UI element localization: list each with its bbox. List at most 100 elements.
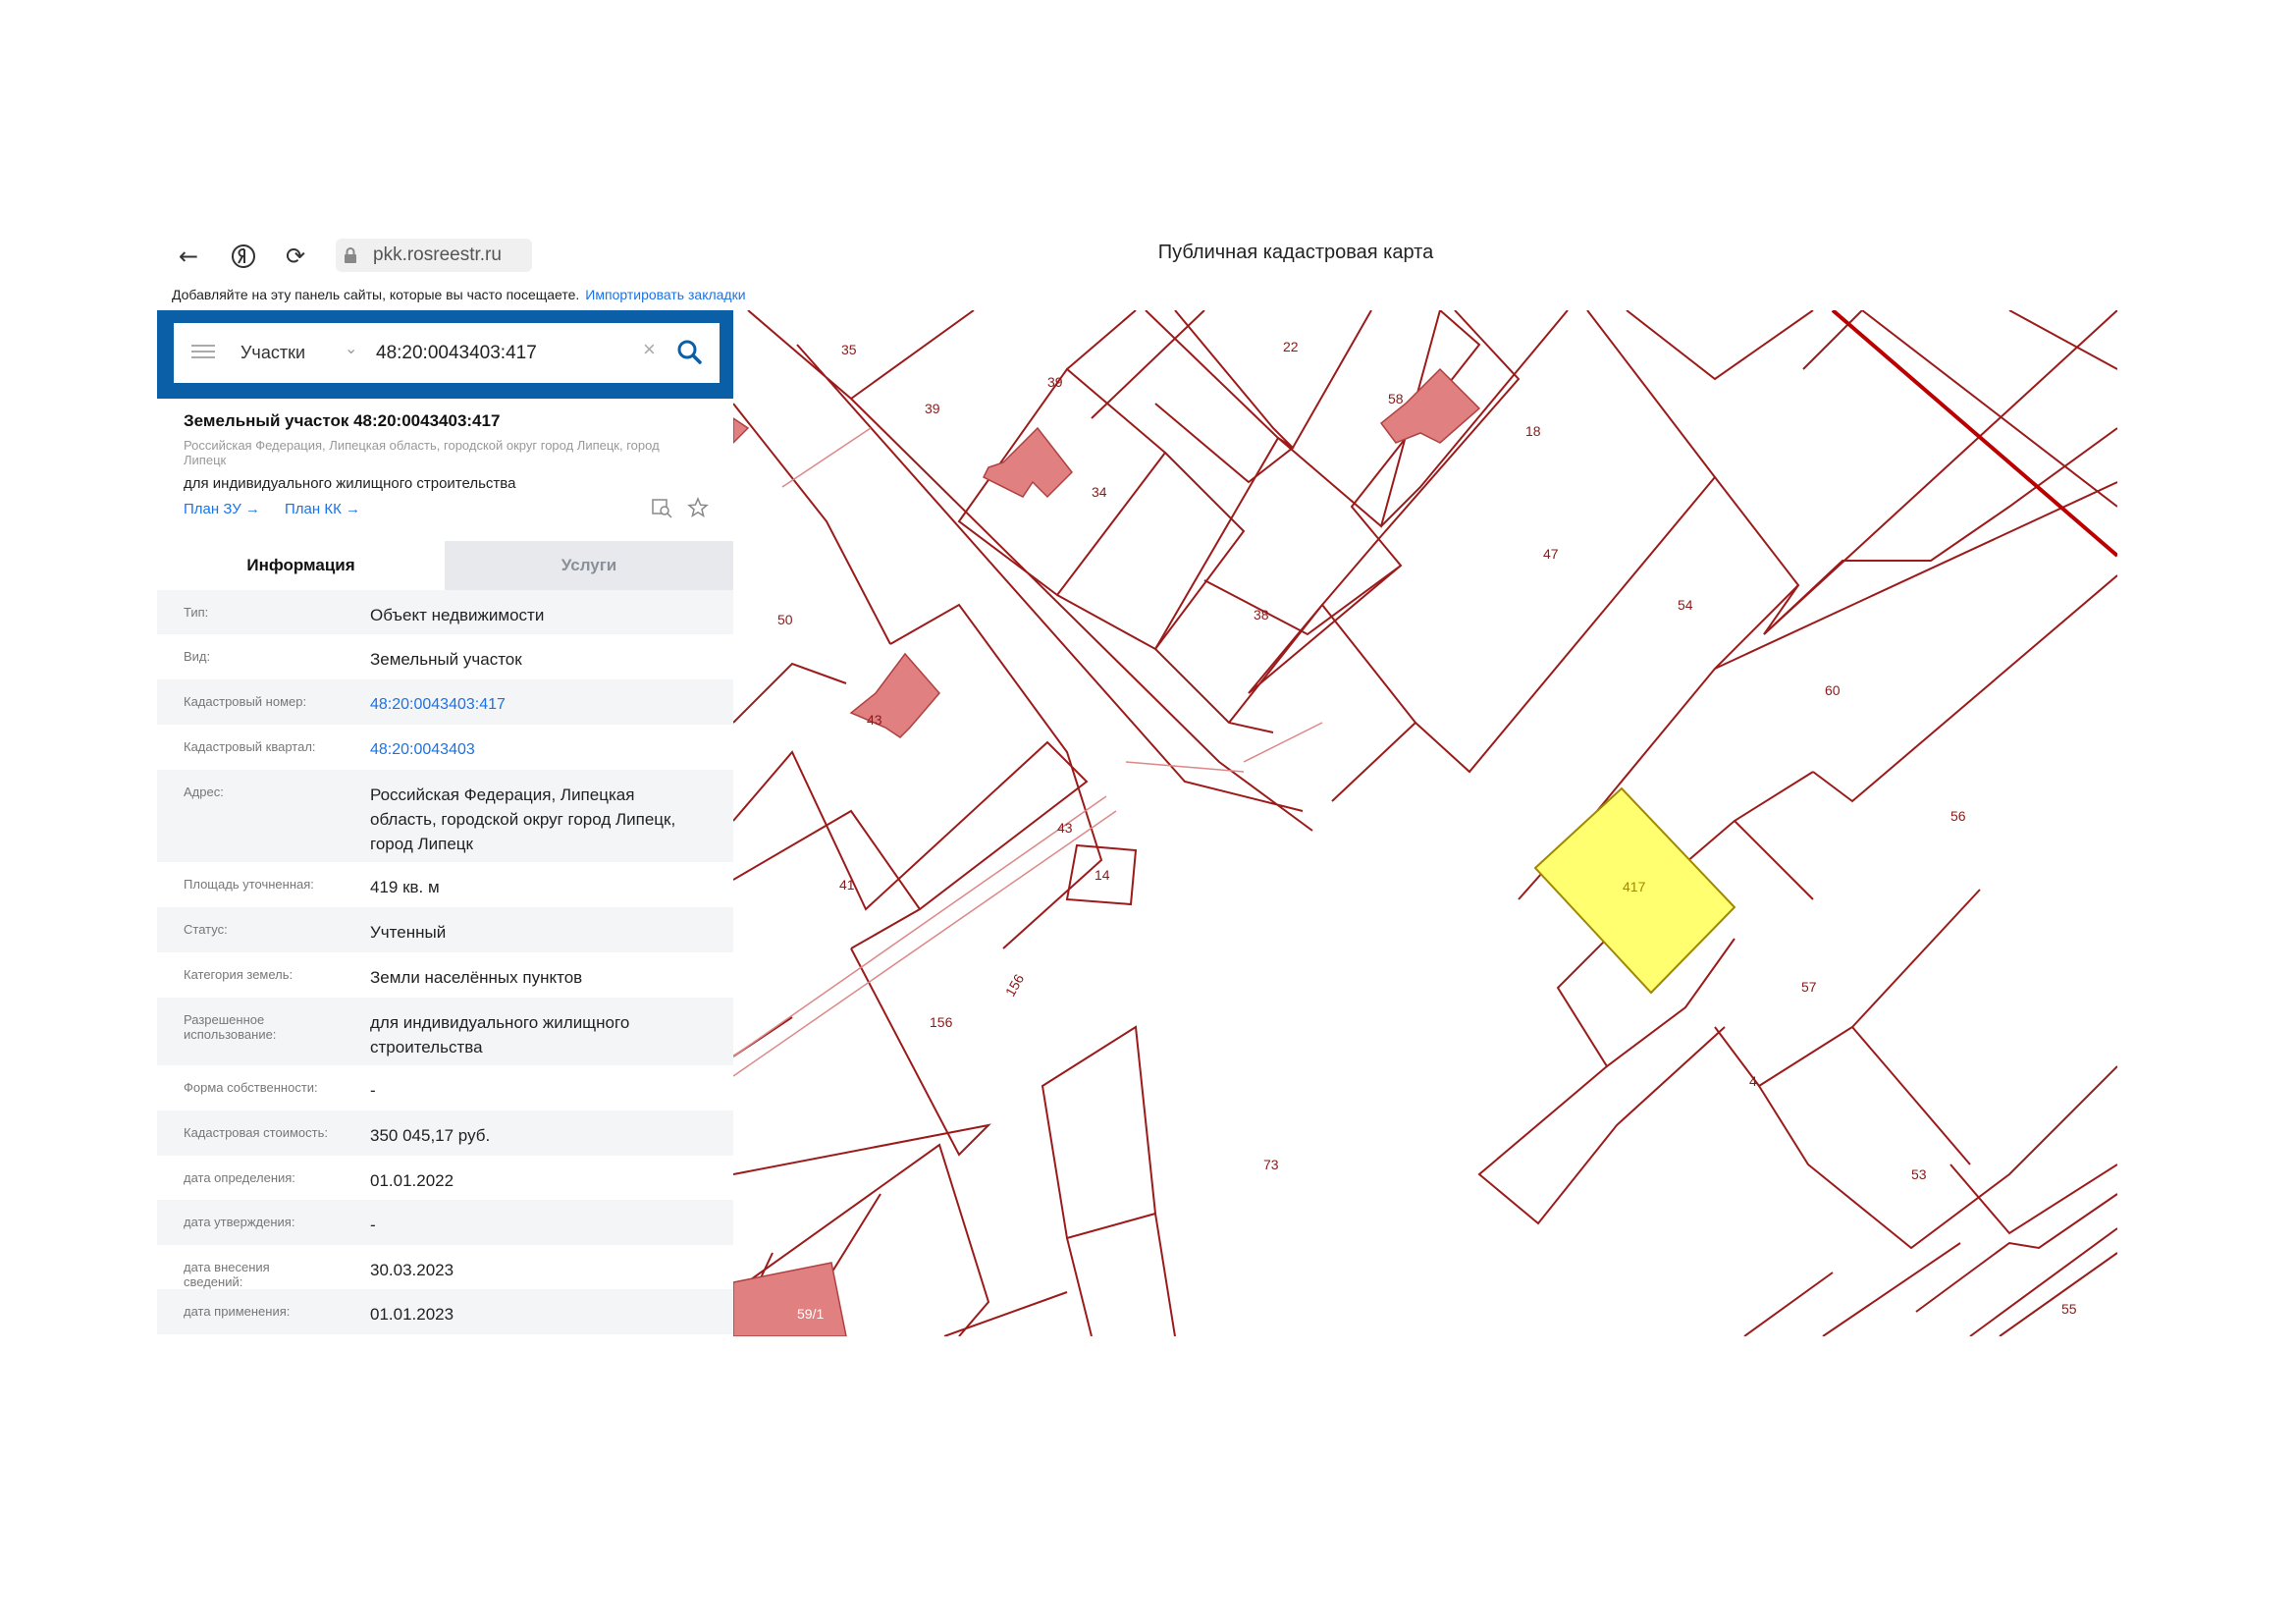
parcel-outline[interactable] — [1734, 574, 2117, 900]
info-row-type: Тип: Объект недвижимости — [157, 590, 733, 634]
info-row-cadastral-value: Кадастровая стоимость: 350 045,17 руб. — [157, 1110, 733, 1156]
parcel-outline[interactable] — [733, 603, 1103, 949]
parcel-outline[interactable] — [1743, 1272, 1834, 1336]
parcel-card: Земельный участок 48:20:0043403:417 Росс… — [157, 399, 733, 1336]
cadastral-map[interactable]: 35 39 39 22 58 18 102 34 160 47 50 38 54… — [733, 310, 2117, 1336]
info-row-land-category: Категория земель: Земли населённых пункт… — [157, 952, 733, 998]
parcel-outline[interactable] — [733, 403, 891, 724]
parcel-outline[interactable] — [1248, 310, 1521, 694]
bookmarks-hint: Добавляйте на эту панель сайты, которые … — [172, 287, 580, 302]
parcel-outline[interactable] — [1802, 310, 2117, 508]
parcel-label: 417 — [1623, 879, 1646, 894]
building[interactable] — [849, 652, 940, 738]
parcel-outline[interactable] — [1758, 1065, 2117, 1250]
tab-services[interactable]: Услуги — [445, 541, 733, 590]
parcel-label: 4 — [1749, 1073, 1757, 1089]
card-tabs: Информация Услуги — [157, 541, 733, 590]
parcel-purpose: для индивидуального жилищного строительс… — [184, 475, 516, 492]
tab-information[interactable]: Информация — [157, 541, 445, 590]
parcel-outline[interactable] — [1626, 310, 2117, 635]
parcel-label: 155 — [937, 736, 957, 750]
import-bookmarks-link[interactable]: Импортировать закладки — [585, 287, 745, 302]
lock-icon — [336, 247, 365, 263]
info-row-cadastral-number: Кадастровый номер: 48:20:0043403:417 — [157, 679, 733, 725]
parcel-outline[interactable] — [1228, 603, 1417, 802]
bookmarks-bar: Добавляйте на эту панель сайты, которые … — [172, 287, 746, 302]
reload-icon[interactable]: ⟳ — [281, 242, 310, 271]
info-row-date-determined: дата определения: 01.01.2022 — [157, 1156, 733, 1200]
parcel-outline[interactable] — [1154, 310, 1295, 484]
plan-zu-link[interactable]: План ЗУ → — [184, 501, 260, 517]
info-table: Тип: Объект недвижимости Вид: Земельный … — [157, 590, 733, 1334]
parcel-outline[interactable] — [1822, 1242, 1961, 1336]
parcel-outline[interactable] — [1851, 1026, 2117, 1235]
menu-icon[interactable] — [191, 341, 215, 364]
parcel-outline[interactable] — [1477, 1026, 1726, 1225]
map-canvas[interactable]: 35 39 39 22 58 18 102 34 160 47 50 38 54… — [733, 310, 2117, 1336]
yandex-icon[interactable] — [229, 242, 258, 271]
parcel-label: 59/1 — [797, 1306, 824, 1322]
building[interactable] — [733, 417, 750, 445]
parcel-label: 55 — [2061, 1301, 2077, 1317]
row-value: для индивидуального жилищного строительс… — [370, 1013, 630, 1056]
info-row-address: Адрес: Российская Федерация, Липецкая об… — [157, 770, 733, 862]
parcel-outline[interactable] — [1145, 310, 1280, 733]
cadastral-number-link[interactable]: 48:20:0043403:417 — [370, 692, 704, 717]
clear-icon[interactable]: × — [643, 337, 656, 362]
parcel-outline[interactable] — [733, 740, 1089, 949]
row-label: дата применения: — [184, 1304, 291, 1319]
parcel-label: 18 — [1525, 423, 1541, 439]
search-input[interactable] — [374, 339, 623, 368]
parcel-outline[interactable] — [1999, 1252, 2117, 1336]
row-value: 350 045,17 руб. — [370, 1126, 491, 1145]
row-label: дата утверждения: — [184, 1215, 295, 1229]
parcel-outline[interactable] — [1415, 310, 1717, 774]
parcel-outline[interactable] — [943, 1291, 1068, 1336]
info-row-status: Статус: Учтенный — [157, 907, 733, 952]
plan-zoom-icon[interactable] — [651, 497, 672, 518]
building[interactable] — [982, 426, 1073, 499]
row-value: Российская Федерация, Липецкая область, … — [370, 785, 676, 853]
info-row-kind: Вид: Земельный участок — [157, 634, 733, 679]
row-value: - — [370, 1081, 376, 1100]
parcel-label: 53 — [1911, 1166, 1927, 1182]
row-value: Объект недвижимости — [370, 606, 545, 624]
info-row-permitted-use: Разрешенное использование: для индивидуа… — [157, 998, 733, 1065]
plan-kk-link[interactable]: План КК → — [285, 501, 360, 517]
cadastral-quarter-link[interactable]: 48:20:0043403 — [370, 737, 704, 762]
row-label: дата определения: — [184, 1170, 295, 1185]
chevron-down-icon[interactable]: ⌄ — [345, 339, 357, 357]
parcel-label: 73 — [1263, 1157, 1279, 1172]
parcel-label: 43 — [1057, 820, 1073, 836]
url-text: pkk.rosreestr.ru — [373, 244, 502, 265]
star-icon[interactable] — [687, 497, 709, 518]
info-row-date-entered: дата внесения сведений: 30.03.2023 — [157, 1245, 733, 1289]
browser-window: ← ⟳ pkk.rosreestr.ru Публичная кадастров… — [157, 232, 2117, 1336]
parcel-label: 39 — [925, 401, 940, 416]
row-label: Тип: — [184, 605, 209, 620]
row-label: Категория земель: — [184, 967, 294, 982]
info-row-area: Площадь уточненная: 419 кв. м — [157, 862, 733, 907]
parcel-label: 50 — [777, 612, 793, 627]
search-icon[interactable] — [672, 335, 708, 370]
search-box: Участки ⌄ × — [174, 323, 720, 383]
row-label: Форма собственности: — [184, 1080, 318, 1095]
parcel-label: 38 — [1254, 607, 1269, 623]
parcel-outline[interactable] — [1041, 1025, 1176, 1336]
parcel-outline[interactable] — [1714, 889, 1981, 1088]
parcel-outline[interactable] — [1763, 427, 2117, 635]
parcel-outline[interactable] — [1596, 481, 2117, 882]
back-arrow-icon[interactable]: ← — [174, 242, 203, 271]
parcel-label: 102 — [1661, 388, 1681, 402]
address-bar[interactable]: pkk.rosreestr.ru — [336, 239, 532, 272]
info-row-cadastral-quarter: Кадастровый квартал: 48:20:0043403 — [157, 725, 733, 770]
info-row-ownership: Форма собственности: - — [157, 1065, 733, 1110]
parcel-outline[interactable] — [1915, 1193, 2117, 1336]
category-select[interactable]: Участки — [240, 343, 305, 363]
parcel-label: 57 — [1801, 979, 1817, 995]
road-line — [733, 795, 1117, 1077]
row-label: Статус: — [184, 922, 228, 937]
info-row-date-approved: дата утверждения: - — [157, 1200, 733, 1245]
parcel-title: Земельный участок 48:20:0043403:417 — [184, 411, 501, 430]
building[interactable] — [733, 1262, 847, 1336]
